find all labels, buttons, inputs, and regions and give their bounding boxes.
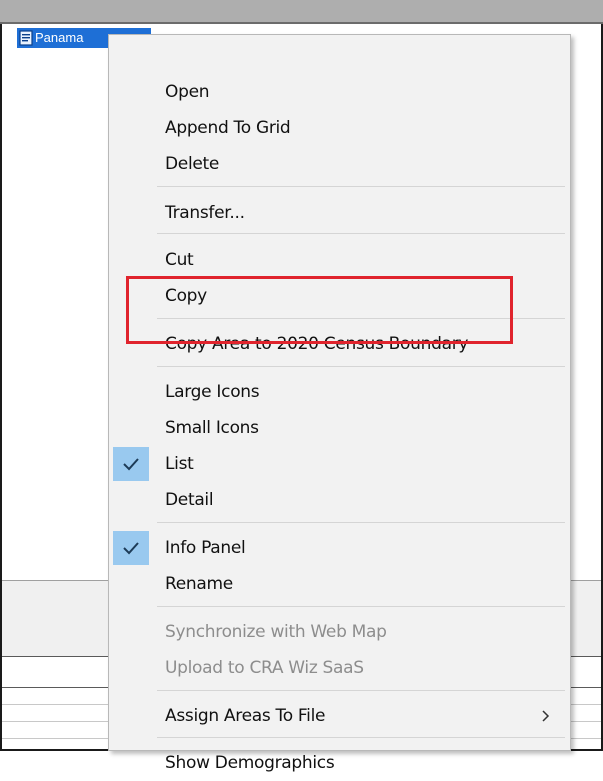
menu-item-label: Synchronize with Web Map: [165, 622, 387, 642]
menu-item-label: Detail: [165, 490, 214, 510]
menu-item-label: Delete: [165, 154, 220, 174]
title-bar: [0, 0, 603, 24]
menu-separator: [157, 233, 565, 234]
menu-item-label: Cut: [165, 250, 194, 270]
menu-separator: [157, 186, 565, 187]
menu-item-list[interactable]: List: [109, 446, 570, 482]
menu-separator: [157, 366, 565, 367]
check-indicator: [113, 447, 149, 481]
menu-item-label: Large Icons: [165, 382, 260, 402]
menu-separator: [157, 737, 565, 738]
menu-item-append-to-grid[interactable]: Append To Grid: [109, 110, 570, 146]
menu-item-transfer[interactable]: Transfer...: [109, 195, 570, 231]
menu-item-label: Rename: [165, 574, 233, 594]
document-icon: [19, 30, 33, 46]
menu-item-label: Assign Areas To File: [165, 706, 326, 726]
menu-item-label: Transfer...: [165, 203, 245, 223]
menu-item-assign-areas-to-file[interactable]: Assign Areas To File: [109, 698, 570, 734]
checkmark-icon: [123, 458, 139, 471]
menu-item-show-demographics[interactable]: Show Demographics: [109, 745, 570, 781]
context-menu: Open Append To Grid Delete Transfer... C…: [108, 34, 571, 773]
menu-item-open[interactable]: Open: [109, 74, 570, 110]
menu-item-detail[interactable]: Detail: [109, 482, 570, 518]
menu-item-label: Info Panel: [165, 538, 246, 558]
menu-item-cut[interactable]: Cut: [109, 242, 570, 278]
menu-item-synchronize-with-web-map: Synchronize with Web Map: [109, 614, 570, 650]
menu-item-label: Open: [165, 82, 210, 102]
check-indicator: [113, 531, 149, 565]
checkmark-icon: [123, 542, 139, 555]
menu-separator: [157, 690, 565, 691]
menu-item-delete[interactable]: Delete: [109, 146, 570, 182]
menu-item-large-icons[interactable]: Large Icons: [109, 374, 570, 410]
menu-item-small-icons[interactable]: Small Icons: [109, 410, 570, 446]
menu-item-label: Upload to CRA Wiz SaaS: [165, 658, 364, 678]
annotation-highlight-box: [126, 276, 513, 344]
menu-separator: [157, 522, 565, 523]
menu-item-info-panel[interactable]: Info Panel: [109, 530, 570, 566]
menu-item-label: Append To Grid: [165, 118, 291, 138]
menu-item-rename[interactable]: Rename: [109, 566, 570, 602]
chevron-right-icon: [542, 710, 550, 722]
menu-item-label: Small Icons: [165, 418, 259, 438]
menu-item-label: Show Demographics: [165, 753, 335, 773]
list-item-label: Panama: [35, 30, 84, 45]
menu-item-upload-to-cra-wiz-saas: Upload to CRA Wiz SaaS: [109, 650, 570, 686]
menu-separator: [157, 606, 565, 607]
menu-item-label: List: [165, 454, 194, 474]
